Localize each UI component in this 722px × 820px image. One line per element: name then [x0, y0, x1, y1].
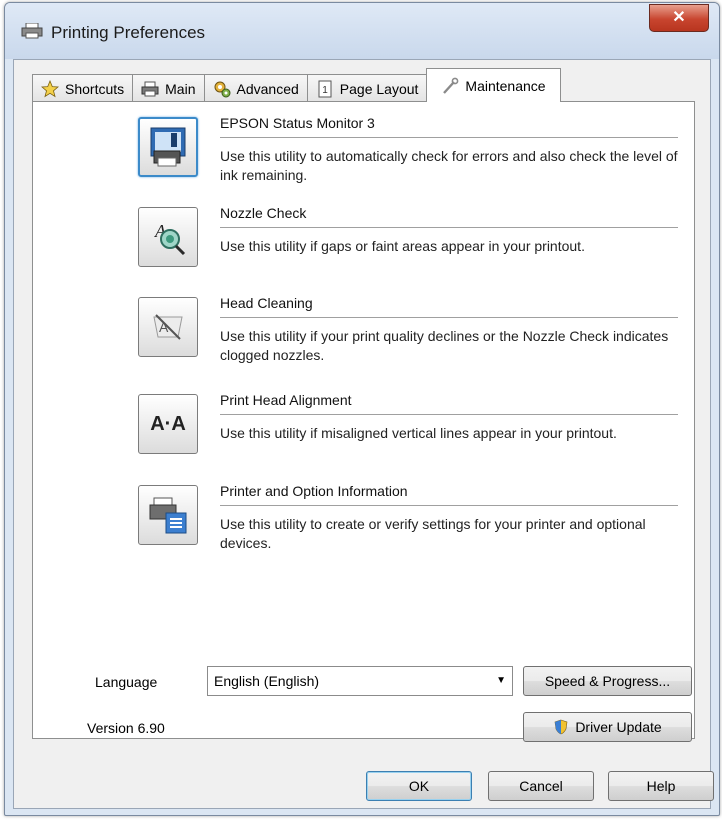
tab-strip: Shortcuts Main Advanced 1 Page Layout Ma… — [32, 68, 561, 102]
tab-maintenance[interactable]: Maintenance — [426, 68, 561, 102]
printer-info-icon — [149, 497, 187, 534]
nozzle-check-icon: A — [154, 221, 186, 256]
close-button[interactable]: ✕ — [649, 4, 709, 32]
utility-description: Use this utility if your print quality d… — [220, 328, 669, 363]
chevron-down-icon: ▼ — [496, 675, 506, 686]
star-icon — [41, 79, 59, 98]
svg-text:1: 1 — [322, 85, 328, 96]
tab-main[interactable]: Main — [132, 74, 205, 102]
utility-title: Nozzle Check — [220, 205, 307, 221]
printer-icon — [21, 23, 43, 39]
tab-label: Main — [165, 80, 196, 97]
page-icon: 1 — [316, 80, 334, 98]
tab-label: Shortcuts — [65, 80, 125, 97]
nozzle-check-button[interactable]: A — [138, 207, 198, 267]
tab-shortcuts[interactable]: Shortcuts — [32, 74, 134, 102]
maintenance-panel: EPSON Status Monitor 3 Use this utility … — [32, 101, 695, 739]
utility-description: Use this utility to create or verify set… — [220, 516, 646, 551]
cancel-button[interactable]: Cancel — [488, 771, 594, 801]
ok-button[interactable]: OK — [366, 771, 472, 801]
version-label: Version 6.90 — [87, 720, 165, 736]
utility-description: Use this utility to automatically check … — [220, 148, 678, 183]
driver-update-label: Driver Update — [575, 719, 662, 735]
tab-page-layout[interactable]: 1 Page Layout — [306, 74, 428, 102]
tab-advanced[interactable]: Advanced — [203, 74, 308, 102]
head-cleaning-icon: A — [153, 314, 183, 340]
tab-label: Page Layout — [339, 80, 419, 97]
utility-description: Use this utility if gaps or faint areas … — [220, 238, 585, 254]
language-value: English (English) — [214, 673, 320, 689]
printer-option-information-button[interactable] — [138, 485, 198, 545]
utility-title: Print Head Alignment — [220, 392, 352, 408]
utility-title: Head Cleaning — [220, 295, 313, 311]
printer-icon — [141, 80, 159, 98]
divider — [220, 227, 678, 228]
divider — [220, 505, 678, 506]
title-bar[interactable]: Printing Preferences ✕ — [5, 3, 719, 59]
gears-icon — [213, 80, 231, 98]
tab-label: Advanced — [236, 80, 299, 97]
speed-progress-button[interactable]: Speed & Progress... — [523, 666, 692, 696]
status-monitor-icon — [150, 127, 186, 167]
language-select[interactable]: English (English) ▼ — [207, 666, 513, 696]
divider — [220, 137, 678, 138]
alignment-icon: A·A — [150, 412, 186, 435]
language-label: Language — [95, 674, 158, 690]
status-monitor-button[interactable] — [138, 117, 198, 177]
help-button[interactable]: Help — [608, 771, 714, 801]
close-icon: ✕ — [672, 9, 686, 26]
driver-update-button[interactable]: Driver Update — [523, 712, 692, 742]
head-cleaning-button[interactable]: A — [138, 297, 198, 357]
print-head-alignment-button[interactable]: A·A — [138, 394, 198, 454]
wrench-icon — [441, 77, 459, 95]
tab-label: Maintenance — [465, 77, 546, 94]
divider — [220, 414, 678, 415]
dialog-client-area: Shortcuts Main Advanced 1 Page Layout Ma… — [13, 59, 714, 809]
utility-description: Use this utility if misaligned vertical … — [220, 425, 617, 441]
shield-icon — [554, 719, 568, 735]
utility-title: Printer and Option Information — [220, 483, 408, 499]
window-title: Printing Preferences — [51, 23, 206, 42]
divider — [220, 317, 678, 318]
printing-preferences-window: Printing Preferences ✕ Shortcuts Main Ad… — [4, 2, 720, 816]
utility-title: EPSON Status Monitor 3 — [220, 115, 375, 131]
